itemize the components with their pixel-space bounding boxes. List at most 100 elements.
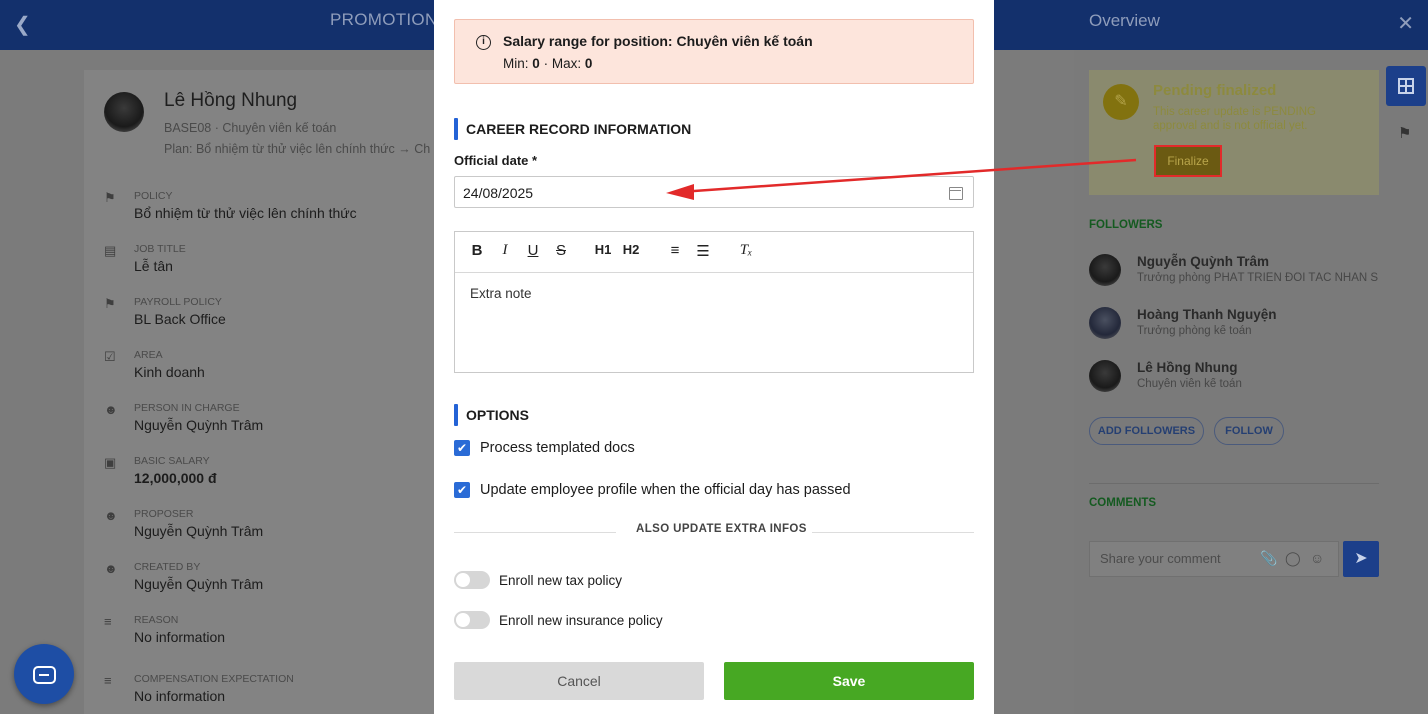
- avatar: [1089, 254, 1121, 286]
- official-date-label: Official date *: [454, 153, 538, 168]
- field-value: No information: [134, 688, 226, 704]
- process-templated-docs-checkbox[interactable]: ✔: [454, 440, 470, 456]
- lines-icon: ≡: [104, 673, 112, 688]
- follower-item[interactable]: Lê Hồng Nhung Chuyên viên kế toán: [1089, 360, 1379, 400]
- section-bar: [454, 404, 458, 426]
- follower-name: Lê Hồng Nhung: [1137, 360, 1238, 375]
- send-button[interactable]: ➤: [1343, 541, 1379, 577]
- extra-note-editor[interactable]: B I U S H1 H2 ≡ ☰ Tₓ Extra note: [454, 231, 974, 373]
- follow-button[interactable]: FOLLOW: [1214, 417, 1284, 445]
- pencil-icon: ✎: [1103, 84, 1139, 120]
- tax-policy-label: Enroll new tax policy: [499, 573, 623, 588]
- avatar: [1089, 360, 1121, 392]
- official-date-input[interactable]: 24/08/2025: [454, 176, 974, 208]
- extra-note-placeholder: Extra note: [470, 286, 532, 301]
- comment-input[interactable]: Share your comment 📎 ◯ ☺: [1089, 541, 1339, 577]
- user-check-icon: ☻: [104, 561, 118, 576]
- field-value: BL Back Office: [134, 311, 226, 327]
- salary-range-alert: i Salary range for position: Chuyên viên…: [454, 19, 974, 84]
- paperclip-icon[interactable]: 📎: [1260, 550, 1277, 567]
- follower-item[interactable]: Hoàng Thanh Nguyện Trưởng phòng kế toán: [1089, 307, 1379, 347]
- editor-toolbar: B I U S H1 H2 ≡ ☰ Tₓ: [455, 232, 973, 273]
- flag-icon: ⚑: [104, 296, 116, 311]
- field-label: PERSON IN CHARGE: [134, 402, 240, 414]
- field-label: BASIC SALARY: [134, 455, 210, 467]
- field-value: Bổ nhiệm từ thử việc lên chính thức: [134, 205, 357, 221]
- heading1-icon[interactable]: H1: [593, 242, 613, 257]
- field-label: PROPOSER: [134, 508, 194, 520]
- career-section-title: CAREER RECORD INFORMATION: [466, 121, 692, 137]
- briefcase-icon: ▤: [104, 243, 117, 258]
- grid-icon: [1398, 78, 1414, 94]
- field-label: CREATED BY: [134, 561, 201, 573]
- max-label: Max:: [551, 56, 582, 71]
- bold-icon[interactable]: B: [467, 242, 487, 259]
- follower-role: Trưởng phòng kế toán: [1137, 325, 1252, 337]
- divider: [812, 532, 974, 533]
- smile-icon[interactable]: ☺: [1310, 550, 1324, 566]
- italic-icon[interactable]: I: [495, 242, 515, 259]
- flag-icon[interactable]: ⚑: [1398, 124, 1411, 142]
- grid-view-button[interactable]: [1386, 66, 1426, 106]
- field-label: COMPENSATION EXPECTATION: [134, 673, 294, 685]
- section-bar: [454, 118, 458, 140]
- clear-format-icon[interactable]: Tₓ: [736, 242, 756, 259]
- salary-range-title: Salary range for position: Chuyên viên k…: [503, 33, 813, 49]
- insurance-policy-label: Enroll new insurance policy: [499, 613, 663, 628]
- pending-card: ✎ Pending finalized This career update i…: [1089, 70, 1379, 195]
- field-label: REASON: [134, 614, 179, 626]
- follower-role: Trưởng phòng PHÁT TRIỂN ĐỐI TÁC NHÂN S..…: [1137, 272, 1379, 284]
- field-value: 12,000,000 đ: [134, 470, 217, 486]
- lightbulb-icon[interactable]: ◯: [1285, 550, 1301, 567]
- comments-label: COMMENTS: [1089, 497, 1157, 509]
- update-profile-checkbox[interactable]: ✔: [454, 482, 470, 498]
- field-value: No information: [134, 629, 226, 645]
- follower-item[interactable]: Nguyễn Quỳnh Trâm Trưởng phòng PHÁT TRIỂ…: [1089, 254, 1379, 294]
- money-icon: ▣: [104, 455, 117, 470]
- overview-title: Overview: [1089, 11, 1160, 30]
- add-followers-button[interactable]: ADD FOLLOWERS: [1089, 417, 1204, 445]
- employee-name: Lê Hồng Nhung: [164, 90, 298, 111]
- official-date-value: 24/08/2025: [463, 185, 534, 201]
- save-button[interactable]: Save: [724, 662, 974, 700]
- also-update-heading: ALSO UPDATE EXTRA INFOS: [636, 523, 807, 535]
- calendar-icon[interactable]: [949, 187, 963, 200]
- separator: ·: [543, 56, 549, 71]
- ordered-list-icon[interactable]: ≡: [665, 242, 685, 259]
- cancel-button[interactable]: Cancel: [454, 662, 704, 700]
- underline-icon[interactable]: U: [523, 242, 543, 259]
- employee-plan: Plan: Bổ nhiệm từ thử việc lên chính thứ…: [164, 142, 431, 156]
- heading2-icon[interactable]: H2: [621, 242, 641, 257]
- min-label: Min:: [503, 56, 529, 71]
- field-value: Nguyễn Quỳnh Trâm: [134, 417, 264, 433]
- followers-label: FOLLOWERS: [1089, 219, 1163, 231]
- insurance-policy-toggle[interactable]: [454, 611, 490, 629]
- update-profile-label: Update employee profile when the officia…: [480, 482, 851, 498]
- avatar: [1089, 307, 1121, 339]
- divider: [454, 532, 616, 533]
- info-icon: i: [476, 35, 491, 50]
- field-value: Nguyễn Quỳnh Trâm: [134, 576, 264, 592]
- arrow-left-icon[interactable]: ❮: [14, 12, 31, 37]
- bullet-list-icon[interactable]: ☰: [693, 242, 713, 260]
- options-section-title: OPTIONS: [466, 407, 530, 423]
- field-value: Kinh doanh: [134, 364, 205, 380]
- pending-description: This career update is PENDING approval a…: [1153, 106, 1316, 132]
- follower-name: Nguyễn Quỳnh Trâm: [1137, 254, 1270, 269]
- chat-button[interactable]: [14, 644, 74, 704]
- employee-code-position: BASE08 · Chuyên viên kế toán: [164, 121, 337, 135]
- field-label: POLICY: [134, 190, 173, 202]
- tax-policy-toggle[interactable]: [454, 571, 490, 589]
- finalize-button[interactable]: Finalize: [1154, 145, 1222, 177]
- min-value: 0: [532, 56, 540, 71]
- chat-icon: [33, 666, 56, 684]
- close-icon[interactable]: ✕: [1397, 11, 1414, 36]
- divider: [1089, 483, 1379, 484]
- strikethrough-icon[interactable]: S: [551, 242, 571, 259]
- process-templated-docs-label: Process templated docs: [480, 440, 635, 456]
- send-icon: ➤: [1354, 550, 1368, 567]
- field-label: JOB TITLE: [134, 243, 186, 255]
- max-value: 0: [584, 56, 593, 71]
- salary-range-values: Min: 0 · Max: 0: [503, 56, 592, 71]
- employee-avatar: [104, 92, 144, 132]
